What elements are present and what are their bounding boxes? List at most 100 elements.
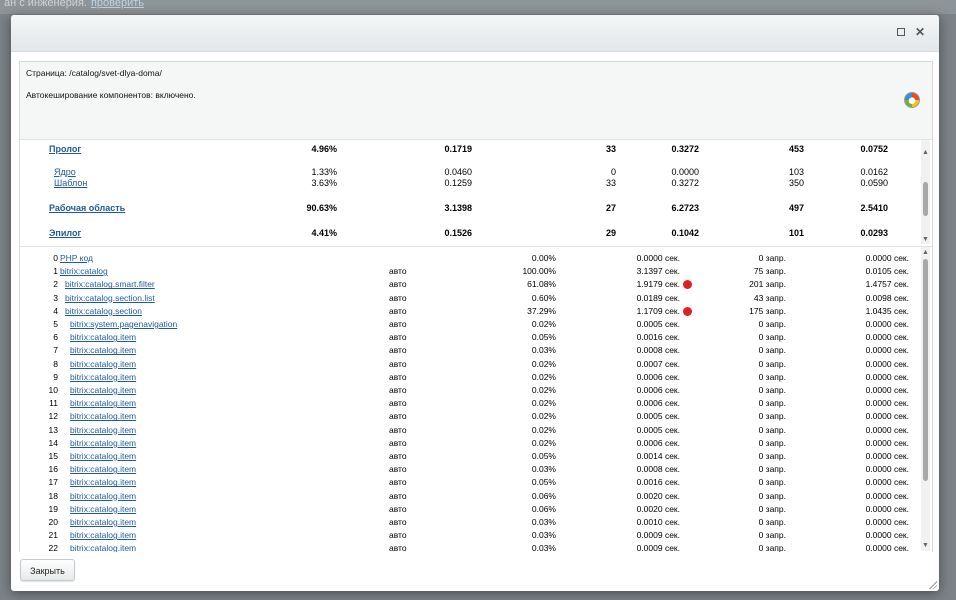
component-link[interactable]: bitrix:system.pagenavigation: [70, 318, 177, 331]
component-query-time: 0.0000 сек.: [865, 319, 909, 329]
component-percent: 0.02%: [531, 319, 556, 329]
component-link[interactable]: bitrix:catalog.item: [70, 358, 136, 371]
component-row: 15 bitrix:catalog.item авто 0.05% 0.0014 сек…: [20, 450, 918, 463]
summary-time: 0.1259: [444, 178, 472, 188]
cache-mode: авто: [389, 490, 407, 501]
summary-percent: 3.63%: [311, 178, 337, 188]
component-queries: 0 запр.: [758, 437, 786, 448]
summary-queries: 29: [605, 228, 616, 238]
component-percent: 0.06%: [531, 503, 556, 514]
component-row: 8 bitrix:catalog.item авто 0.02% 0.0007 сек.…: [20, 358, 918, 371]
component-queries: 0 запр.: [758, 398, 786, 409]
components-scroll-thumb[interactable]: [923, 259, 928, 481]
component-query-time: 0.0000 сек.: [865, 332, 909, 343]
row-number: 18: [48, 490, 58, 501]
scroll-up-icon[interactable]: ▲: [921, 248, 930, 257]
component-query-time: 0.0000 сек.: [865, 451, 909, 461]
debug-dialog: ✕ Страница: /catalog/svet-dlya-doma/ Авт…: [11, 15, 939, 591]
component-time: 0.0020 сек.: [636, 490, 680, 501]
row-number: 4: [53, 305, 58, 316]
component-link[interactable]: bitrix:catalog.item: [70, 476, 136, 489]
component-time: 0.0014 сек.: [636, 451, 680, 461]
row-number: 13: [48, 424, 58, 435]
component-link[interactable]: PHP код: [60, 252, 93, 265]
component-link[interactable]: bitrix:catalog.item: [70, 490, 136, 503]
component-queries: 201 запр.: [749, 279, 786, 290]
component-link[interactable]: bitrix:catalog.item: [70, 397, 136, 410]
component-link[interactable]: bitrix:catalog.item: [70, 424, 136, 437]
cache-mode: авто: [389, 358, 407, 369]
cache-gauge-icon[interactable]: [904, 92, 920, 108]
cache-mode: авто: [389, 464, 407, 475]
close-icon[interactable]: ✕: [913, 25, 927, 39]
summary-link[interactable]: Рабочая область: [49, 202, 125, 215]
component-link[interactable]: bitrix:catalog.item: [70, 450, 136, 463]
components-scrollbar[interactable]: ▲ ▼: [921, 247, 930, 551]
component-time: 0.0007 сек.: [636, 358, 680, 369]
component-query-time: 0.0000 сек.: [865, 543, 909, 552]
component-row: 7 bitrix:catalog.item авто 0.03% 0.0008 сек.…: [20, 344, 918, 357]
component-percent: 0.02%: [531, 437, 556, 448]
component-link[interactable]: bitrix:catalog.item: [70, 371, 136, 384]
component-link[interactable]: bitrix:catalog.item: [70, 344, 136, 357]
summary-link[interactable]: Шаблон: [54, 177, 87, 190]
component-query-time: 0.0098 сек.: [865, 292, 909, 303]
component-time: 0.0010 сек.: [636, 517, 680, 527]
summary-link[interactable]: Пролог: [49, 143, 81, 156]
component-queries: 0 запр.: [758, 451, 786, 461]
summary-value: 0.0293: [860, 228, 888, 238]
summary-scroll-thumb[interactable]: [923, 182, 928, 216]
component-link[interactable]: bitrix:catalog.item: [70, 331, 136, 344]
component-link[interactable]: bitrix:catalog.item: [70, 437, 136, 450]
row-number: 12: [48, 411, 58, 422]
cache-mode: авто: [389, 530, 407, 541]
summary-query-time: 0.1042: [671, 228, 699, 238]
maximize-icon[interactable]: [894, 25, 908, 39]
component-time: 0.0009 сек.: [636, 530, 680, 541]
row-number: 17: [48, 477, 58, 488]
component-queries: 0 запр.: [758, 464, 786, 475]
components-table[interactable]: 0 PHP код 0.00% 0.0000 сек. 0 запр. 0.0000 се…: [20, 246, 932, 552]
dialog-titlebar[interactable]: ✕: [11, 15, 939, 52]
scroll-up-icon[interactable]: ▲: [921, 148, 930, 157]
component-row: 11 bitrix:catalog.item авто 0.02% 0.0006 сек…: [20, 397, 918, 410]
component-row: 1 bitrix:catalog авто 100.00% 3.1397 сек. 75 …: [20, 265, 918, 278]
cache-mode: авто: [389, 437, 407, 448]
cache-mode: авто: [389, 319, 407, 329]
component-link[interactable]: bitrix:catalog.item: [70, 542, 136, 552]
resize-grip-icon[interactable]: [928, 580, 937, 589]
summary-scrollbar[interactable]: ▲ ▼: [921, 140, 930, 244]
component-time: 1.9179 сек.: [636, 279, 680, 290]
summary-percent: 4.41%: [311, 228, 337, 238]
cache-mode: авто: [389, 517, 407, 527]
row-number: 10: [48, 385, 58, 395]
component-link[interactable]: bitrix:catalog.item: [70, 384, 136, 397]
summary-link[interactable]: Эпилог: [49, 227, 81, 240]
component-link[interactable]: bitrix:catalog.smart.filter: [65, 278, 155, 291]
component-time: 3.1397 сек.: [636, 266, 680, 277]
summary-table[interactable]: Пролог 4.96% 0.1719 33 0.3272 453 0.0752 Ядро 1.…: [20, 140, 932, 244]
row-number: 15: [48, 451, 58, 461]
component-queries: 0 запр.: [758, 411, 786, 422]
summary-time: 3.1398: [444, 203, 472, 213]
component-link[interactable]: bitrix:catalog: [60, 265, 108, 278]
component-time: 0.0009 сек.: [636, 543, 680, 552]
component-queries: 0 запр.: [758, 477, 786, 488]
scroll-down-icon[interactable]: ▼: [921, 541, 930, 550]
component-percent: 0.60%: [531, 292, 556, 303]
component-link[interactable]: bitrix:catalog.item: [70, 516, 136, 529]
scroll-down-icon[interactable]: ▼: [921, 235, 930, 244]
component-link[interactable]: bitrix:catalog.item: [70, 463, 136, 476]
component-link[interactable]: bitrix:catalog.item: [70, 529, 136, 542]
component-link[interactable]: bitrix:catalog.section.list: [65, 292, 155, 305]
component-link[interactable]: bitrix:catalog.item: [70, 503, 136, 516]
close-button[interactable]: Закрыть: [20, 559, 75, 581]
component-queries: 0 запр.: [758, 424, 786, 435]
component-link[interactable]: bitrix:catalog.section: [65, 305, 142, 318]
page-line: Страница: /catalog/svet-dlya-doma/: [26, 68, 162, 78]
component-link[interactable]: bitrix:catalog.item: [70, 410, 136, 423]
component-query-time: 0.0000 сек.: [865, 253, 909, 263]
row-number: 16: [48, 464, 58, 475]
component-query-time: 1.0435 сек.: [865, 305, 909, 316]
component-time: 1.1709 сек.: [636, 305, 680, 316]
